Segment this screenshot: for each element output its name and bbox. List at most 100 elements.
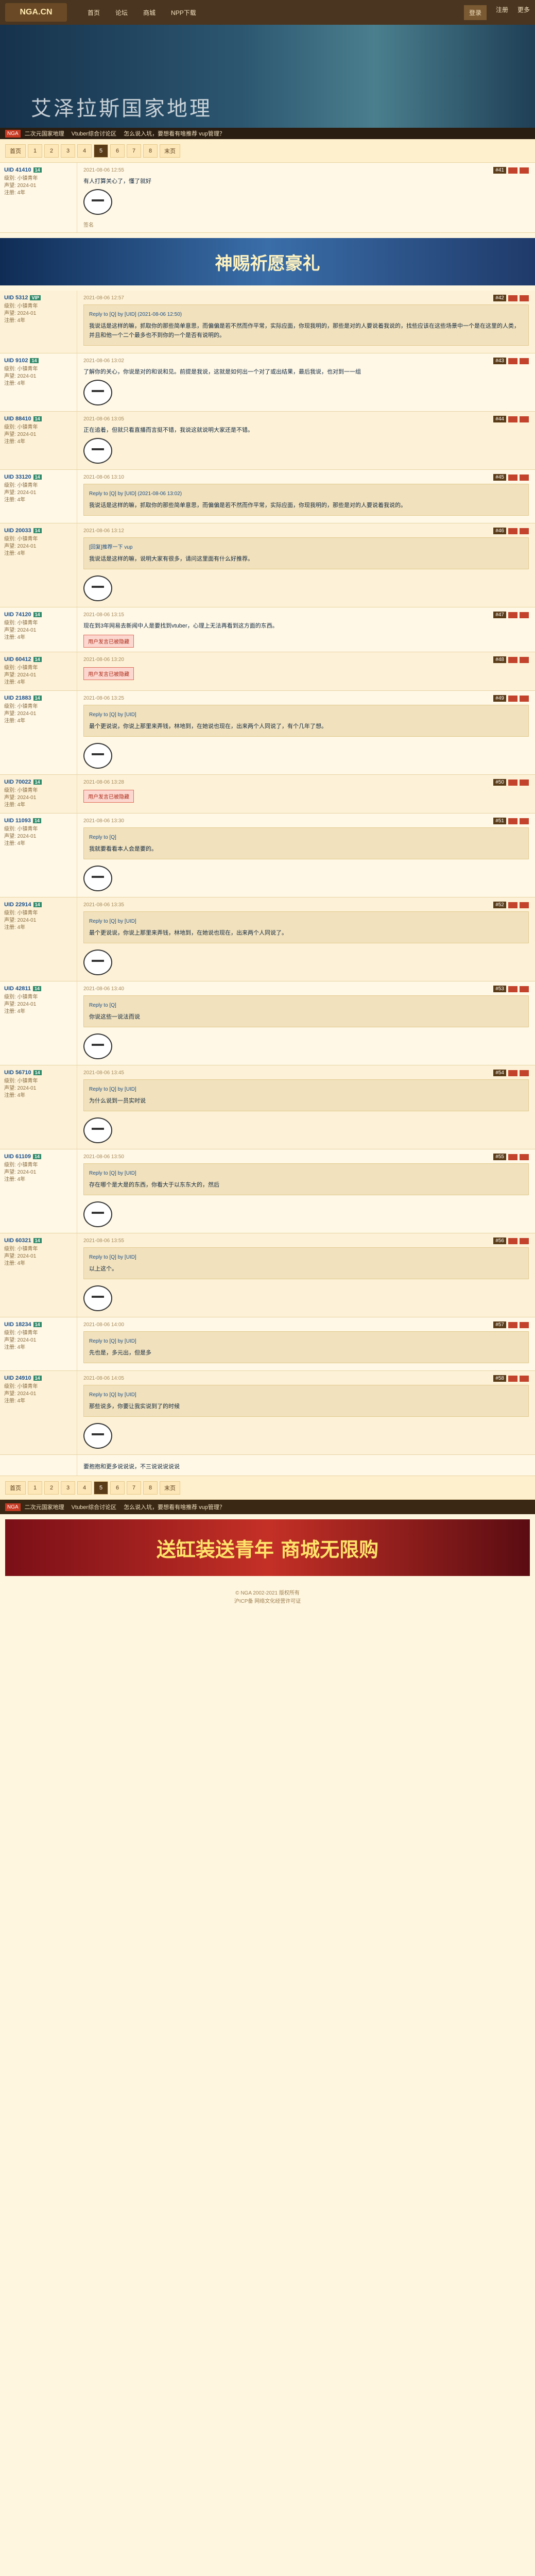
quote-icon[interactable]: [520, 358, 529, 364]
reply-icon[interactable]: [508, 358, 517, 364]
post-floor[interactable]: #47: [493, 612, 506, 618]
breadcrumb-item[interactable]: Vtuber综合讨论区: [72, 1503, 116, 1511]
pager-last[interactable]: 末页: [160, 1481, 180, 1495]
quote-icon[interactable]: [520, 612, 529, 618]
author-name[interactable]: UID 11093 14: [4, 818, 73, 824]
post-floor[interactable]: #53: [493, 986, 506, 992]
pager-last[interactable]: 末页: [160, 144, 180, 158]
reply-icon[interactable]: [508, 818, 517, 824]
pager-page[interactable]: 8: [143, 144, 158, 158]
author-name[interactable]: UID 74120 14: [4, 612, 73, 618]
quote-head[interactable]: Reply to [Q] by [UID]: [89, 917, 523, 926]
quote-head[interactable]: Reply to [Q] by [UID] (2021-08-06 13:02): [89, 489, 523, 499]
site-logo[interactable]: NGA.CN: [5, 3, 67, 22]
nav-home[interactable]: 首页: [88, 8, 100, 17]
post-floor[interactable]: #42: [493, 295, 506, 301]
reply-icon[interactable]: [508, 612, 517, 618]
author-name[interactable]: UID 42811 14: [4, 986, 73, 992]
quote-head[interactable]: Reply to [Q] by [UID]: [89, 1337, 523, 1346]
pager-first[interactable]: 首页: [5, 144, 26, 158]
quote-head[interactable]: Reply to [Q] by [UID] (2021-08-06 12:50): [89, 310, 523, 319]
quote-icon[interactable]: [520, 656, 529, 663]
breadcrumb-item[interactable]: 怎么说入坑，要想看有啥推荐 vup管理？: [124, 129, 225, 138]
breadcrumb-item[interactable]: 二次元国家地理: [25, 129, 64, 138]
author-name[interactable]: UID 60321 14: [4, 1238, 73, 1244]
login-link[interactable]: 登录: [463, 5, 487, 20]
reply-icon[interactable]: [508, 656, 517, 663]
quote-head[interactable]: Reply to [Q]: [89, 833, 523, 842]
post-floor[interactable]: #56: [493, 1238, 506, 1244]
reply-icon[interactable]: [508, 416, 517, 422]
post-floor[interactable]: #41: [493, 167, 506, 174]
reply-icon[interactable]: [508, 1154, 517, 1160]
author-name[interactable]: UID 61109 14: [4, 1154, 73, 1160]
reply-icon[interactable]: [508, 1321, 517, 1328]
reply-icon[interactable]: [508, 528, 517, 534]
quote-head[interactable]: Reply to [Q] by [UID]: [89, 1085, 523, 1094]
pager-page[interactable]: 7: [127, 1481, 141, 1495]
quote-icon[interactable]: [520, 416, 529, 422]
author-name[interactable]: UID 41410 14: [4, 167, 73, 173]
reply-icon[interactable]: [508, 779, 517, 786]
quote-head[interactable]: Reply to [Q] by [UID]: [89, 710, 523, 720]
quote-icon[interactable]: [520, 167, 529, 174]
more-link[interactable]: 更多: [517, 5, 530, 20]
quote-icon[interactable]: [520, 1238, 529, 1244]
post-floor[interactable]: #54: [493, 1070, 506, 1076]
nav-shop[interactable]: 商城: [143, 8, 156, 17]
author-name[interactable]: UID 20033 14: [4, 528, 73, 534]
author-name[interactable]: UID 18234 14: [4, 1321, 73, 1328]
pager-page[interactable]: 4: [77, 144, 92, 158]
pager-page[interactable]: 3: [61, 1481, 75, 1495]
breadcrumb-tag[interactable]: NGA: [5, 129, 21, 138]
pager-page[interactable]: 4: [77, 1481, 92, 1495]
post-floor[interactable]: #50: [493, 779, 506, 786]
author-name[interactable]: UID 88410 14: [4, 416, 73, 422]
quote-icon[interactable]: [520, 295, 529, 301]
register-link[interactable]: 注册: [496, 5, 508, 20]
reply-icon[interactable]: [508, 1238, 517, 1244]
author-name[interactable]: UID 9102 14: [4, 358, 73, 364]
post-floor[interactable]: #45: [493, 474, 506, 481]
reply-icon[interactable]: [508, 902, 517, 908]
breadcrumb-item[interactable]: 二次元国家地理: [25, 1503, 64, 1511]
post-floor[interactable]: #55: [493, 1154, 506, 1160]
quote-icon[interactable]: [520, 1375, 529, 1382]
quote-icon[interactable]: [520, 695, 529, 702]
pager-first[interactable]: 首页: [5, 1481, 26, 1495]
author-name[interactable]: UID 70022 14: [4, 779, 73, 785]
mid-advert[interactable]: 神赐祈愿豪礼: [0, 238, 535, 285]
reply-icon[interactable]: [508, 167, 517, 174]
post-floor[interactable]: #49: [493, 695, 506, 702]
quote-icon[interactable]: [520, 902, 529, 908]
author-name[interactable]: UID 60412 14: [4, 656, 73, 663]
reply-icon[interactable]: [508, 1375, 517, 1382]
pager-page[interactable]: 6: [110, 1481, 125, 1495]
post-floor[interactable]: #44: [493, 416, 506, 422]
quote-head[interactable]: Reply to [Q] by [UID]: [89, 1391, 523, 1400]
post-floor[interactable]: #58: [493, 1375, 506, 1382]
quote-icon[interactable]: [520, 1321, 529, 1328]
breadcrumb-item[interactable]: Vtuber综合讨论区: [72, 129, 116, 138]
reply-icon[interactable]: [508, 986, 517, 992]
reply-icon[interactable]: [508, 295, 517, 301]
pager-page[interactable]: 6: [110, 144, 125, 158]
quote-head[interactable]: Reply to [Q] by [UID]: [89, 1253, 523, 1262]
breadcrumb-item[interactable]: 怎么说入坑，要想看有啥推荐 vup管理？: [124, 1503, 225, 1511]
pager-page[interactable]: 7: [127, 144, 141, 158]
quote-head[interactable]: Reply to [Q]: [89, 1001, 523, 1010]
nav-npp[interactable]: NPP下载: [171, 8, 196, 17]
author-name[interactable]: UID 22914 14: [4, 902, 73, 908]
reply-icon[interactable]: [508, 1070, 517, 1076]
post-floor[interactable]: #57: [493, 1321, 506, 1328]
pager-page[interactable]: 2: [44, 144, 59, 158]
post-floor[interactable]: #48: [493, 656, 506, 663]
author-name[interactable]: UID 5312 VIP: [4, 295, 73, 301]
post-floor[interactable]: #51: [493, 818, 506, 824]
nav-forum[interactable]: 论坛: [115, 8, 128, 17]
pager-page[interactable]: 2: [44, 1481, 59, 1495]
pager-page-current[interactable]: 5: [94, 144, 108, 158]
reply-icon[interactable]: [508, 474, 517, 481]
pager-page-current[interactable]: 5: [94, 1481, 108, 1495]
quote-head[interactable]: Reply to [Q] by [UID]: [89, 1169, 523, 1178]
